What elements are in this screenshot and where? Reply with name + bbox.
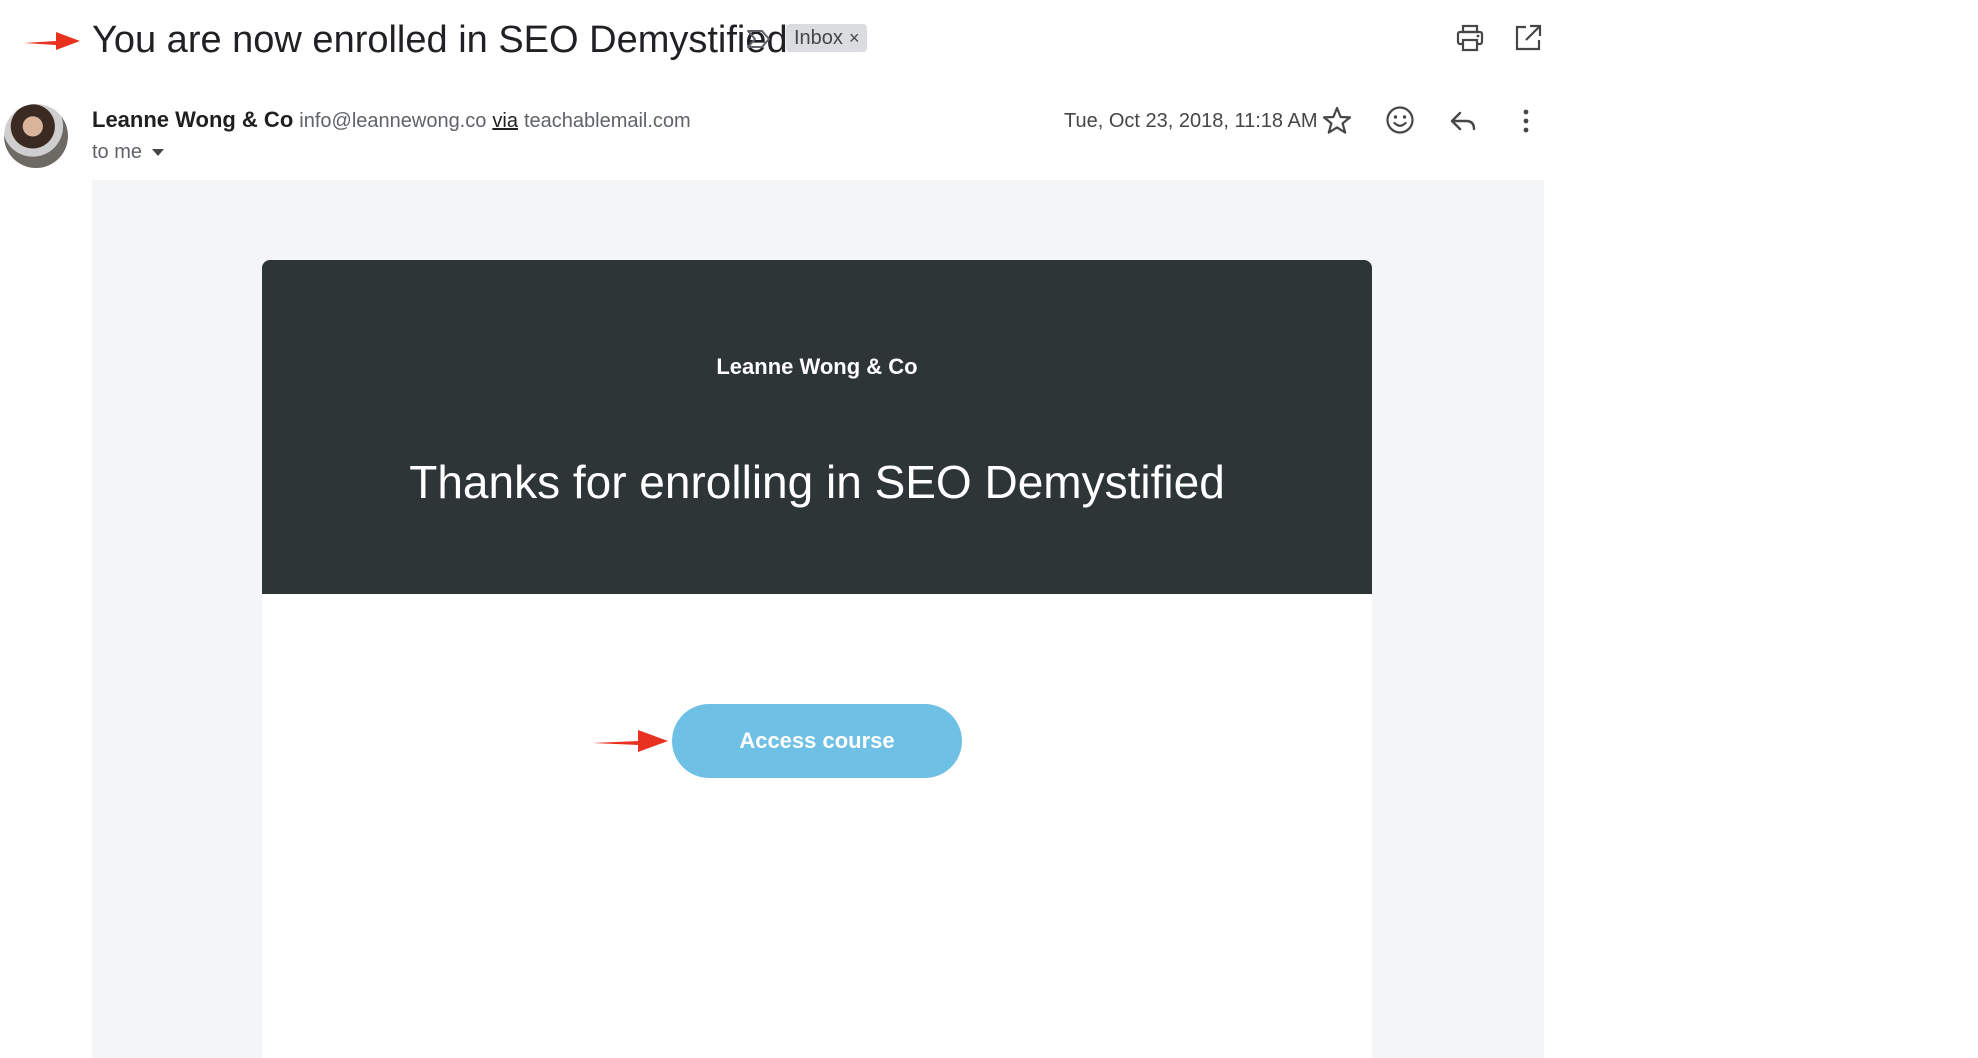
avatar[interactable] xyxy=(4,104,68,168)
red-arrow-icon xyxy=(590,726,670,756)
recipient-details-toggle[interactable]: to me xyxy=(92,138,165,166)
via-domain: teachablemail.com xyxy=(523,110,691,132)
emoji-reaction-icon[interactable] xyxy=(1382,102,1418,138)
importance-marker-icon[interactable] xyxy=(744,24,774,54)
email-brand-name: Leanne Wong & Co xyxy=(716,354,918,379)
open-in-new-window-icon[interactable] xyxy=(1512,22,1544,54)
recipient-text: to me xyxy=(92,141,143,163)
email-subject: You are now enrolled in SEO Demystified xyxy=(92,19,788,61)
red-arrow-icon xyxy=(22,28,82,54)
sender-line: Leanne Wong & Co info@leannewong.co via tea… xyxy=(92,104,691,136)
star-icon[interactable] xyxy=(1320,104,1354,138)
email-date: Tue, Oct 23, 2018, 11:18 AM xyxy=(1064,110,1318,132)
email-headline: Thanks for enrolling in SEO Demystified xyxy=(409,456,1225,508)
via-link[interactable]: via xyxy=(492,110,518,132)
sender-email: info@leannewong.co xyxy=(299,110,487,132)
email-header-banner xyxy=(262,260,1372,594)
inbox-label-text: Inbox xyxy=(794,27,843,49)
more-vertical-icon[interactable] xyxy=(1512,104,1540,138)
sender-name[interactable]: Leanne Wong & Co xyxy=(92,107,293,132)
chevron-down-icon xyxy=(152,149,165,157)
reply-icon[interactable] xyxy=(1446,104,1480,138)
inbox-label-chip[interactable]: Inbox × xyxy=(786,24,868,52)
access-course-button[interactable]: Access course xyxy=(672,704,962,778)
print-icon[interactable] xyxy=(1454,22,1486,54)
remove-label-icon[interactable]: × xyxy=(849,28,860,48)
email-content-panel xyxy=(262,594,1372,1058)
